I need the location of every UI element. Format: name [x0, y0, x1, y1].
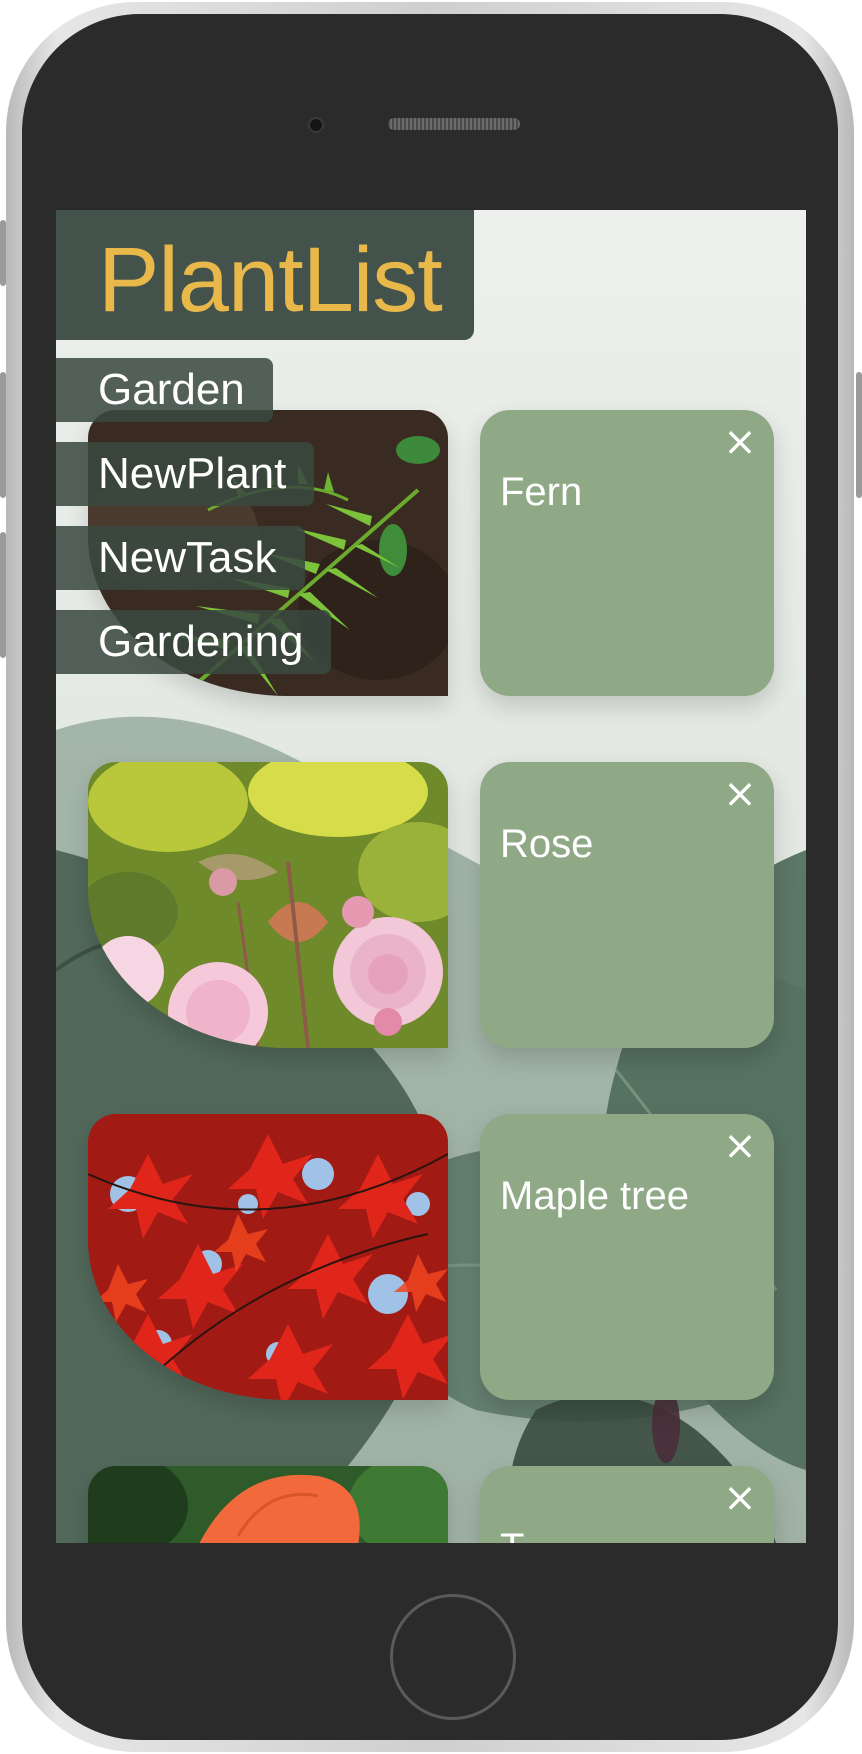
- close-icon[interactable]: ×: [720, 774, 760, 814]
- plant-name: Rose: [500, 822, 594, 866]
- plant-card-maple[interactable]: Maple tree ×: [480, 1114, 774, 1400]
- plant-image-flower[interactable]: [88, 1466, 448, 1543]
- home-button[interactable]: [390, 1594, 516, 1720]
- app-header: PlantList: [56, 210, 474, 340]
- plant-card-rose[interactable]: Rose ×: [480, 762, 774, 1048]
- earpiece-speaker: [388, 118, 520, 130]
- volume-down-button: [0, 532, 6, 658]
- nav-item-garden[interactable]: Garden: [56, 358, 273, 422]
- nav-item-gardening[interactable]: Gardening: [56, 610, 332, 674]
- plant-card-partial[interactable]: T ×: [480, 1466, 774, 1543]
- front-camera: [308, 117, 324, 133]
- app-title: PlantList: [98, 229, 443, 331]
- close-icon[interactable]: ×: [720, 422, 760, 462]
- plant-card-fern[interactable]: Fern ×: [480, 410, 774, 696]
- plant-name: Fern: [500, 470, 583, 514]
- nav-item-newtask[interactable]: NewTask: [56, 526, 305, 590]
- close-icon[interactable]: ×: [720, 1126, 760, 1166]
- flower-photo: [88, 1466, 448, 1543]
- nav-item-newplant[interactable]: NewPlant: [56, 442, 315, 506]
- mute-switch: [0, 220, 6, 286]
- volume-up-button: [0, 372, 6, 498]
- plant-name: Maple tree: [500, 1174, 689, 1218]
- close-icon[interactable]: ×: [720, 1478, 760, 1518]
- power-button: [856, 372, 862, 498]
- app-screen: PlantList Fern × Rose × Maple tree × × G…: [56, 210, 806, 1543]
- plant-name: T: [500, 1526, 524, 1543]
